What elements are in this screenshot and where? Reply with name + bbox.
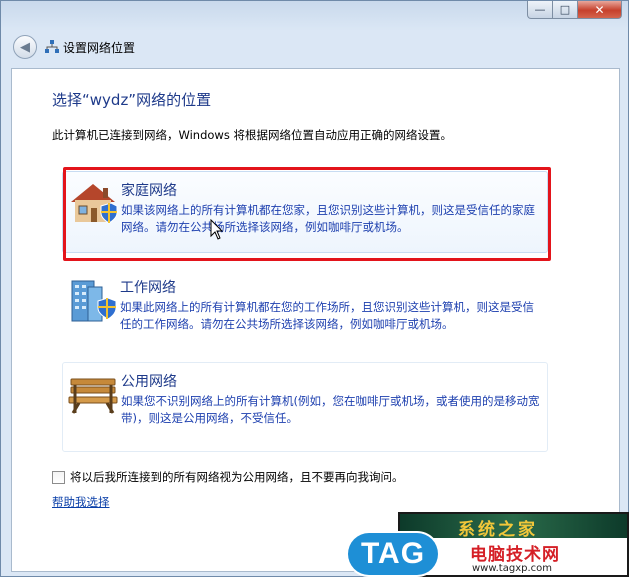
public-default-checkbox-row[interactable]: 将以后我所连接到的所有网络视为公用网络，且不要再向我询问。 — [52, 469, 404, 485]
office-building-shield-icon — [71, 280, 117, 322]
content-pane: 选择“wydz”网络的位置 此计算机已连接到网络，Windows 将根据网络位置… — [11, 68, 620, 572]
close-button[interactable]: ✕ — [578, 1, 622, 19]
public-default-checkbox[interactable] — [52, 470, 65, 484]
help-me-choose-link[interactable]: 帮助我选择 — [52, 494, 110, 510]
maximize-button[interactable]: □ — [553, 1, 578, 19]
mouse-cursor-icon — [210, 219, 224, 240]
watermark-banner: 系统之家 — [400, 514, 627, 540]
option-work-title: 工作网络 — [120, 280, 176, 296]
page-title: 选择“wydz”网络的位置 — [52, 91, 212, 109]
window-title: 设置网络位置 — [63, 40, 136, 55]
option-work-description: 如果此网络上的所有计算机都在您的工作场所，且您识别这些计算机，则这是受信任的工作… — [120, 300, 534, 331]
network-icon — [45, 40, 59, 53]
dialog-window: — □ ✕ ◀ 设置网络位置 选择“wydz”网络的位置 此计算机已连接到网络，… — [0, 0, 629, 577]
window-controls: — □ ✕ — [527, 1, 622, 19]
page-description: 此计算机已连接到网络，Windows 将根据网络位置自动应用正确的网络设置。 — [52, 128, 452, 142]
public-default-checkbox-label: 将以后我所连接到的所有网络视为公用网络，且不要再向我询问。 — [70, 470, 404, 484]
watermark-site-name: 电脑技术网 — [470, 545, 560, 565]
park-bench-icon — [68, 378, 118, 414]
nav-bar: ◀ 设置网络位置 — [9, 32, 135, 62]
option-public-network[interactable]: 公用网络 如果您不识别网络上的所有计算机(例如，您在咖啡厅或机场，或者使用的是移… — [62, 362, 548, 452]
minimize-button[interactable]: — — [527, 1, 553, 19]
option-public-description: 如果您不识别网络上的所有计算机(例如，您在咖啡厅或机场，或者使用的是移动宽带)，… — [121, 394, 540, 425]
highlight-box — [63, 167, 551, 261]
back-button[interactable]: ◀ — [13, 35, 37, 59]
option-public-title: 公用网络 — [121, 374, 177, 390]
watermark-url: www.tagxp.com — [472, 563, 552, 574]
watermark-top-text: 系统之家 — [458, 520, 538, 540]
option-work-network[interactable]: 工作网络 如果此网络上的所有计算机都在您的工作场所，且您识别这些计算机，则这是受… — [62, 269, 548, 343]
back-arrow-icon: ◀ — [20, 39, 30, 55]
tag-logo: TAG — [348, 533, 438, 575]
